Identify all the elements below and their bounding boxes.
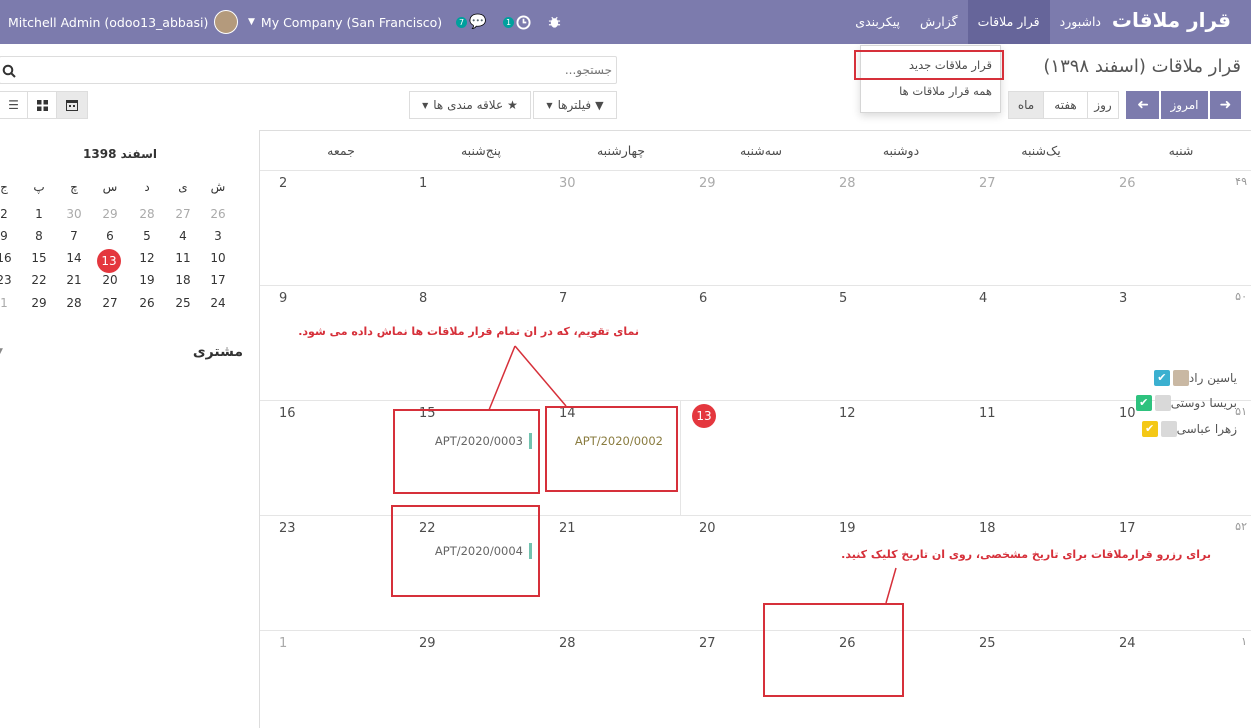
minical-day[interactable]: 9 [0, 229, 19, 243]
minical-day[interactable]: 15 [24, 251, 54, 265]
minical-day[interactable]: 8 [24, 229, 54, 243]
minical-day[interactable]: 29 [95, 207, 125, 221]
minical-title[interactable]: اسفند 1398 [60, 147, 180, 161]
minical-day[interactable]: 1 [0, 296, 19, 310]
minical-day[interactable]: 6 [95, 229, 125, 243]
minical-dow: ش [210, 180, 226, 194]
checkbox-icon[interactable]: ✔ [1153, 370, 1170, 386]
chevron-down-icon[interactable]: ▼ [0, 347, 3, 357]
minical-day[interactable]: 18 [168, 273, 198, 287]
minical-day[interactable]: 10 [203, 251, 233, 265]
minical-day[interactable]: 29 [24, 296, 54, 310]
minical-day[interactable]: 26 [203, 207, 233, 221]
minical-day[interactable]: 20 [95, 273, 125, 287]
minical-dow: ی [178, 180, 188, 194]
minical-day[interactable]: 4 [168, 229, 198, 243]
attendees-title: مشتری [192, 344, 243, 360]
minical-day[interactable]: 28 [59, 296, 89, 310]
attendee-filter[interactable]: ✔ زهرا عباسی [1138, 421, 1237, 437]
minical-dow: د [144, 180, 150, 194]
minical-day[interactable]: 21 [59, 273, 89, 287]
minical-day[interactable]: 25 [168, 296, 198, 310]
annotation-arrows [488, 345, 897, 604]
minical-day[interactable]: 3 [203, 229, 233, 243]
minical-day[interactable]: 23 [0, 273, 19, 287]
minical-dow: چ [70, 180, 78, 194]
attendee-name: زهرا عباسی [1176, 422, 1237, 436]
attendee-avatar [1172, 370, 1189, 386]
attendee-name: بریسا دوستی [1170, 396, 1237, 410]
attendee-avatar [1160, 421, 1177, 437]
minical-day[interactable]: 22 [24, 273, 54, 287]
minical-day[interactable]: 30 [59, 207, 89, 221]
minical-day[interactable]: 12 [132, 251, 162, 265]
minical-day[interactable]: 5 [132, 229, 162, 243]
attendee-filter[interactable]: ✔ یاسین راد [1150, 370, 1237, 386]
minical-day[interactable]: 28 [132, 207, 162, 221]
annotation-click-date: برای رزرو قرارملاقات برای تاریخ مشخصی، ر… [841, 548, 1211, 561]
minical-day[interactable]: 24 [203, 296, 233, 310]
annotation-calendar-view: نمای تقویم، که در ان تمام قرار ملاقات ها… [298, 325, 639, 338]
minical-day[interactable]: 27 [168, 207, 198, 221]
minical-day[interactable]: 17 [203, 273, 233, 287]
minical-day[interactable]: 27 [95, 296, 125, 310]
minical-day[interactable]: 19 [132, 273, 162, 287]
minical-day[interactable]: 11 [168, 251, 198, 265]
attendee-filter[interactable]: ✔ بریسا دوستی [1132, 395, 1237, 411]
minical-day[interactable]: 16 [0, 251, 19, 265]
minical-day[interactable]: 14 [59, 251, 89, 265]
minical-day[interactable]: 1 [24, 207, 54, 221]
minical-day[interactable]: 7 [59, 229, 89, 243]
minical-day[interactable]: 26 [132, 296, 162, 310]
minical-dow: پ [33, 180, 45, 194]
minical-dow: س [102, 180, 118, 194]
checkbox-icon[interactable]: ✔ [1135, 395, 1152, 411]
attendee-name: یاسین راد [1188, 371, 1237, 385]
minical-today[interactable]: 13 [97, 249, 121, 273]
attendee-avatar [1154, 395, 1171, 411]
minical-day[interactable]: 2 [0, 207, 19, 221]
minical-dow: ج [0, 180, 8, 194]
checkbox-icon[interactable]: ✔ [1141, 421, 1158, 437]
